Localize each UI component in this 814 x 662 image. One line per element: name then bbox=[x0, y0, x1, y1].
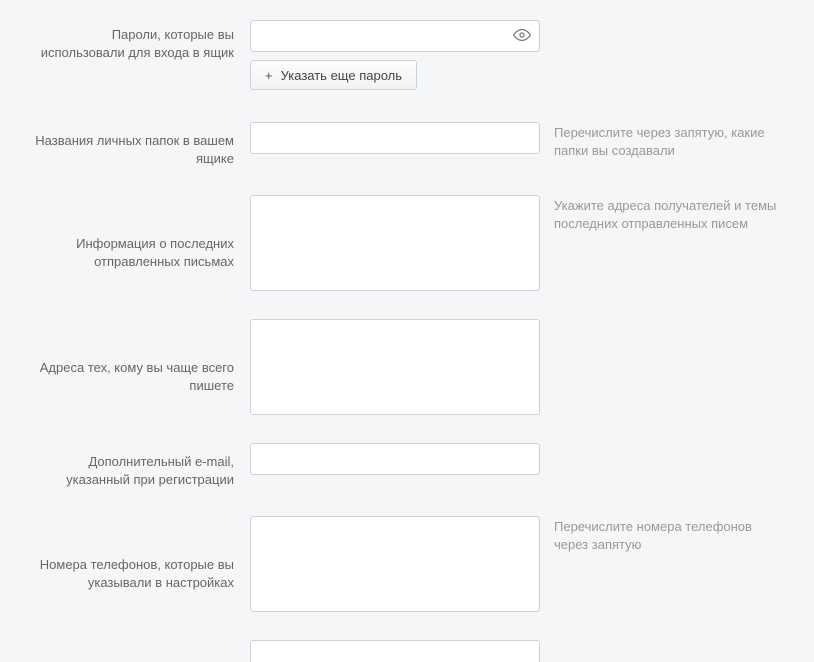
field-frequent-row: Адреса тех, кому вы чаще всего пишете bbox=[30, 319, 784, 415]
add-password-button[interactable]: + Указать еще пароль bbox=[250, 60, 417, 90]
field-phones-row: Номера телефонов, которые вы указывали в… bbox=[30, 516, 784, 612]
extra-email-input[interactable] bbox=[250, 443, 540, 475]
toggle-password-visibility-button[interactable] bbox=[510, 24, 534, 48]
field-folders-label: Названия личных папок в вашем ящике bbox=[30, 122, 250, 167]
field-next-inputs bbox=[250, 640, 540, 662]
sentinfo-textarea[interactable] bbox=[250, 195, 540, 291]
recovery-form: Пароли, которые вы использовали для вход… bbox=[0, 0, 814, 662]
field-passwords-hint bbox=[540, 20, 784, 22]
field-frequent-inputs bbox=[250, 319, 540, 415]
field-next-row bbox=[30, 640, 784, 662]
folders-input[interactable] bbox=[250, 122, 540, 154]
field-passwords-inputs: + Указать еще пароль bbox=[250, 20, 540, 90]
next-textarea[interactable] bbox=[250, 640, 540, 662]
field-phones-hint: Перечислите номера телефонов через запят… bbox=[540, 516, 784, 554]
field-frequent-label: Адреса тех, кому вы чаще всего пишете bbox=[30, 319, 250, 394]
phones-textarea[interactable] bbox=[250, 516, 540, 612]
field-sentinfo-label: Информация о последних отправленных пись… bbox=[30, 195, 250, 270]
field-passwords-label: Пароли, которые вы использовали для вход… bbox=[30, 20, 250, 61]
field-folders-inputs bbox=[250, 122, 540, 154]
field-next-hint bbox=[540, 640, 784, 642]
field-extraemail-hint bbox=[540, 443, 784, 445]
add-password-button-label: Указать еще пароль bbox=[281, 68, 402, 83]
plus-icon: + bbox=[265, 68, 273, 83]
field-extraemail-row: Дополнительный e-mail, указанный при рег… bbox=[30, 443, 784, 488]
field-folders-hint: Перечислите через запятую, какие папки в… bbox=[540, 122, 784, 160]
eye-icon bbox=[512, 25, 532, 48]
frequent-addresses-textarea[interactable] bbox=[250, 319, 540, 415]
password-input-wrapper bbox=[250, 20, 540, 52]
field-frequent-hint bbox=[540, 319, 784, 321]
field-phones-inputs bbox=[250, 516, 540, 612]
field-phones-label: Номера телефонов, которые вы указывали в… bbox=[30, 516, 250, 591]
field-next-label bbox=[30, 640, 250, 646]
field-extraemail-inputs bbox=[250, 443, 540, 475]
field-sentinfo-row: Информация о последних отправленных пись… bbox=[30, 195, 784, 291]
field-extraemail-label: Дополнительный e-mail, указанный при рег… bbox=[30, 443, 250, 488]
field-sentinfo-inputs bbox=[250, 195, 540, 291]
field-folders-row: Названия личных папок в вашем ящике Пере… bbox=[30, 122, 784, 167]
field-passwords-row: Пароли, которые вы использовали для вход… bbox=[30, 20, 784, 90]
field-sentinfo-hint: Укажите адреса получателей и темы послед… bbox=[540, 195, 784, 233]
password-input[interactable] bbox=[250, 20, 540, 52]
